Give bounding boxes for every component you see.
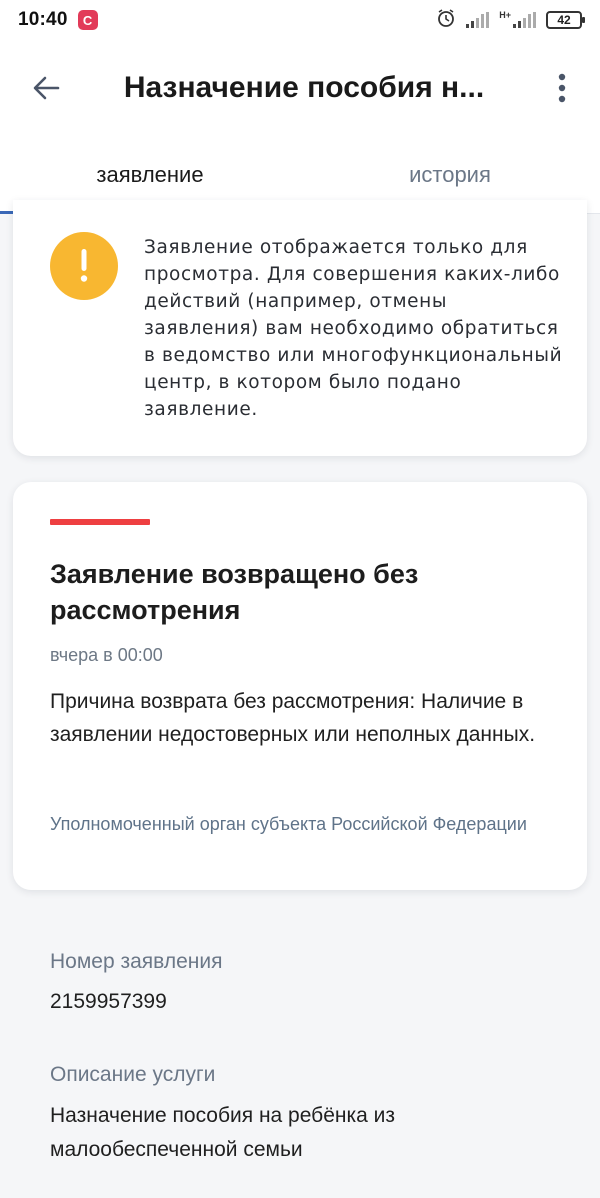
exclamation-icon [50, 232, 118, 300]
status-organization: Уполномоченный орган субъекта Российской… [50, 814, 527, 834]
application-number-value: 2159957399 [50, 990, 167, 1013]
status-indicators: H+ 42 [436, 8, 585, 33]
service-description-value: Назначение пособия на ребёнка из малообе… [50, 1104, 396, 1161]
app-bar: Назначение пособия н... [0, 40, 600, 136]
status-card: Заявление возвращено без рассмотрения вч… [13, 482, 587, 890]
more-menu-button[interactable] [534, 60, 590, 116]
application-number-label: Номер заявления [50, 950, 223, 973]
status-time: 10:40 [18, 9, 68, 30]
notice-text: Заявление отображается только для просмо… [144, 237, 563, 420]
battery-icon: 42 [546, 11, 585, 29]
status-date: вчера в 00:00 [50, 645, 163, 665]
screen: 10:40 C H+ 42 Назначение пособия н... за… [0, 0, 600, 1198]
more-vertical-icon [558, 73, 566, 103]
signal-icon [466, 12, 490, 28]
service-description-label: Описание услуги [50, 1063, 216, 1086]
signal-icon-2 [513, 12, 536, 28]
page-title: Назначение пособия н... [123, 71, 485, 104]
status-accent-line [50, 519, 150, 525]
app-notification-icon: C [77, 10, 98, 30]
back-button[interactable] [18, 60, 74, 116]
network-type: H+ [499, 10, 511, 20]
notice-card: Заявление отображается только для просмо… [13, 200, 587, 456]
alarm-icon [436, 8, 456, 33]
status-reason: Причина возврата без рассмотрения: Налич… [50, 690, 536, 746]
status-bar: 10:40 C H+ 42 [0, 0, 600, 40]
arrow-left-icon [33, 76, 60, 100]
status-title: Заявление возвращено без рассмотрения [50, 559, 419, 625]
